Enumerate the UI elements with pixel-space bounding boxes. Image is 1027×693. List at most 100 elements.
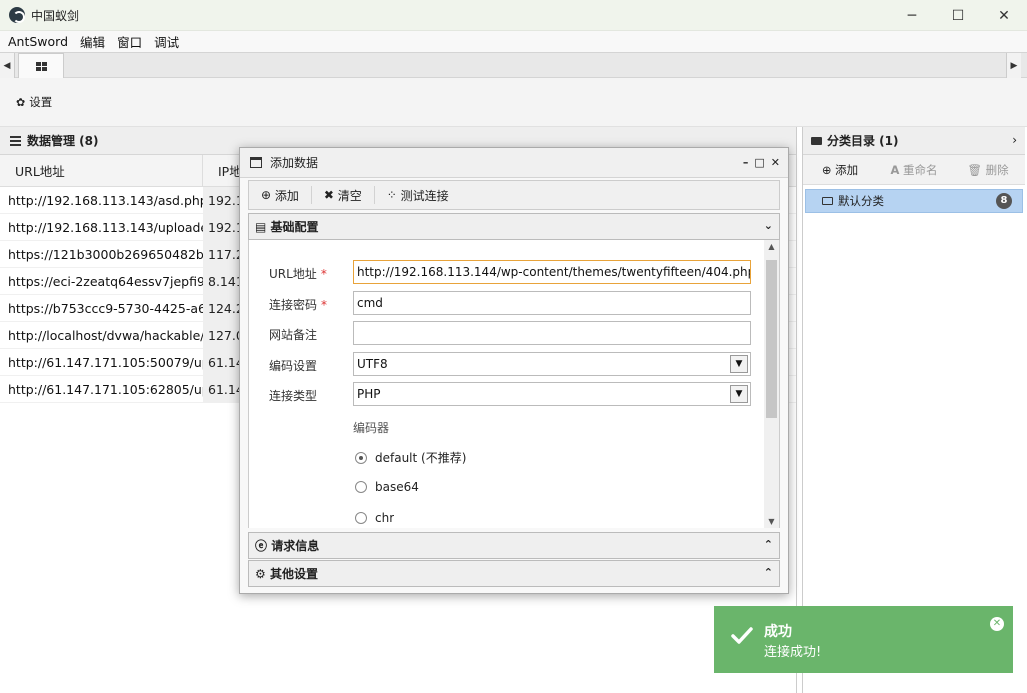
- row-ip: 192.1: [203, 213, 243, 241]
- category-item-label: 默认分类: [838, 194, 884, 208]
- column-url[interactable]: URL地址: [0, 155, 203, 186]
- encoding-value: UTF8: [357, 357, 388, 371]
- test-connection-button[interactable]: ⁘ 测试连接: [375, 186, 461, 204]
- category-panel-header: 分类目录 (1) ›: [803, 127, 1025, 155]
- spinner-icon: ⁘: [386, 188, 401, 202]
- chevron-down-icon: ⌄: [763, 219, 773, 232]
- section-basic-config[interactable]: ▤ 基础配置 ⌄: [248, 213, 780, 240]
- section-request-info[interactable]: ⓔ 请求信息 ⌃: [248, 532, 780, 559]
- url-row: URL地址 * http://192.168.113.144/wp-content…: [249, 260, 765, 284]
- window-icon: [250, 157, 262, 168]
- tab-scroll-right-icon[interactable]: ▶: [1006, 53, 1021, 78]
- encoder-option-default[interactable]: default (不推荐): [355, 449, 466, 466]
- close-button[interactable]: ✕: [981, 0, 1027, 31]
- encoder-option-label: default (不推荐): [375, 451, 467, 465]
- chevron-down-icon: ▼: [730, 355, 748, 373]
- category-rename-label: 重命名: [903, 162, 938, 177]
- folder-icon: [822, 197, 833, 205]
- url-input[interactable]: http://192.168.113.144/wp-content/themes…: [353, 260, 751, 284]
- count-badge: 8: [996, 193, 1012, 209]
- encoder-label: 编码器: [353, 421, 390, 435]
- row-ip: 61.14: [203, 375, 243, 403]
- menu-antsword[interactable]: AntSword: [8, 34, 68, 49]
- scroll-up-icon[interactable]: ▲: [764, 242, 779, 251]
- scrollbar-thumb[interactable]: [766, 260, 777, 418]
- column-ip[interactable]: IP地: [203, 155, 243, 186]
- password-input[interactable]: cmd: [353, 291, 751, 315]
- row-url: http://61.147.171.105:50079/uplo: [8, 354, 203, 370]
- category-toolbar: ⊕ 添加 A 重命名 🗑 删除: [803, 155, 1025, 185]
- dialog-maximize-button[interactable]: □: [754, 156, 764, 169]
- radio-icon: [355, 481, 367, 493]
- row-ip: 192.1: [203, 186, 243, 214]
- encoding-label: 编码设置: [269, 359, 318, 373]
- radio-selected-icon: [355, 451, 367, 464]
- category-delete-label: 删除: [985, 162, 1009, 177]
- dialog-title-bar[interactable]: 添加数据 – □ ✕: [240, 148, 788, 178]
- tab-home[interactable]: [18, 53, 64, 78]
- x-icon: ✖: [323, 188, 338, 202]
- category-item-default[interactable]: 默认分类 8: [805, 189, 1023, 213]
- encoder-option-chr[interactable]: chr: [355, 510, 394, 526]
- add-data-dialog: 添加数据 – □ ✕ ⊕ 添加 ✖ 清空 ⁘ 测试连接 ▤ 基础配置 ⌄ URL…: [239, 147, 789, 594]
- encoder-option-label: chr: [375, 511, 395, 525]
- row-url: https://b753ccc9-5730-4425-a627: [8, 300, 203, 316]
- category-rename-button[interactable]: A 重命名: [877, 162, 951, 178]
- scroll-down-icon[interactable]: ▼: [764, 517, 779, 526]
- row-url: https://eci-2zeatq64essv7jepfi9z.c: [8, 273, 203, 289]
- row-ip: 127.0: [203, 321, 243, 349]
- row-ip: 61.14: [203, 348, 243, 376]
- type-row: 连接类型 PHP ▼: [249, 382, 765, 406]
- note-row: 网站备注: [249, 321, 765, 345]
- section-request-label: 请求信息: [271, 539, 320, 553]
- menu-debug[interactable]: 调试: [154, 32, 179, 51]
- grid-icon: [35, 61, 47, 71]
- data-panel-title: 数据管理 (8): [27, 134, 99, 148]
- menu-bar: AntSword 编辑 窗口 调试: [0, 31, 1027, 52]
- settings-bar: ✿ 设置: [0, 78, 1027, 127]
- menu-edit[interactable]: 编辑: [80, 32, 105, 51]
- title-bar: 中国蚁剑 ─ ☐ ✕: [0, 0, 1027, 31]
- row-url: http://61.147.171.105:62805/uplo: [8, 381, 203, 397]
- dialog-toolbar: ⊕ 添加 ✖ 清空 ⁘ 测试连接: [248, 180, 780, 210]
- list-icon: [10, 134, 21, 148]
- menu-window[interactable]: 窗口: [117, 32, 142, 51]
- toast-close-icon[interactable]: ✕: [990, 617, 1004, 631]
- settings-button[interactable]: ✿ 设置: [16, 94, 52, 110]
- window-controls: ─ ☐ ✕: [889, 0, 1027, 31]
- dialog-add-label: 添加: [274, 188, 299, 203]
- maximize-button[interactable]: ☐: [935, 0, 981, 31]
- dialog-title: 添加数据: [270, 156, 319, 170]
- section-other-settings[interactable]: ⚙ 其他设置 ⌃: [248, 560, 780, 587]
- plus-circle-icon: ⊕: [261, 188, 275, 202]
- form-scrollbar[interactable]: ▲ ▼: [764, 240, 779, 528]
- dialog-clear-label: 清空: [337, 188, 362, 203]
- type-select[interactable]: PHP ▼: [353, 382, 751, 406]
- note-label: 网站备注: [269, 328, 318, 342]
- note-input[interactable]: [353, 321, 751, 345]
- chevron-right-icon[interactable]: ›: [1012, 133, 1017, 147]
- dialog-minimize-button[interactable]: –: [743, 156, 749, 169]
- chevron-up-icon: ⌃: [763, 566, 773, 579]
- category-add-button[interactable]: ⊕ 添加: [803, 162, 877, 178]
- row-url: https://121b3000b269650482bc3e: [8, 246, 203, 262]
- settings-label: 设置: [29, 95, 53, 109]
- dialog-clear-button[interactable]: ✖ 清空: [312, 186, 375, 204]
- row-ip: 8.141: [203, 267, 243, 295]
- row-url: http://localhost/dvwa/hackable/up: [8, 327, 203, 343]
- check-icon: [731, 627, 753, 644]
- tab-strip: ◀ ▶: [0, 52, 1027, 78]
- dialog-close-button[interactable]: ✕: [771, 156, 780, 169]
- tab-scroll-left-icon[interactable]: ◀: [0, 53, 15, 78]
- dialog-add-button[interactable]: ⊕ 添加: [249, 186, 312, 204]
- encoding-select[interactable]: UTF8 ▼: [353, 352, 751, 376]
- category-delete-button[interactable]: 🗑 删除: [951, 162, 1025, 178]
- category-add-label: 添加: [835, 162, 859, 177]
- row-url: http://192.168.113.143/asd.php: [8, 192, 203, 208]
- section-basic-label: 基础配置: [270, 220, 319, 234]
- minimize-button[interactable]: ─: [889, 0, 935, 31]
- encoder-option-base64[interactable]: base64: [355, 480, 419, 494]
- edge-icon: ⓔ: [255, 539, 272, 553]
- toast-message: 连接成功!: [764, 645, 822, 660]
- dialog-controls: – □ ✕: [743, 156, 780, 169]
